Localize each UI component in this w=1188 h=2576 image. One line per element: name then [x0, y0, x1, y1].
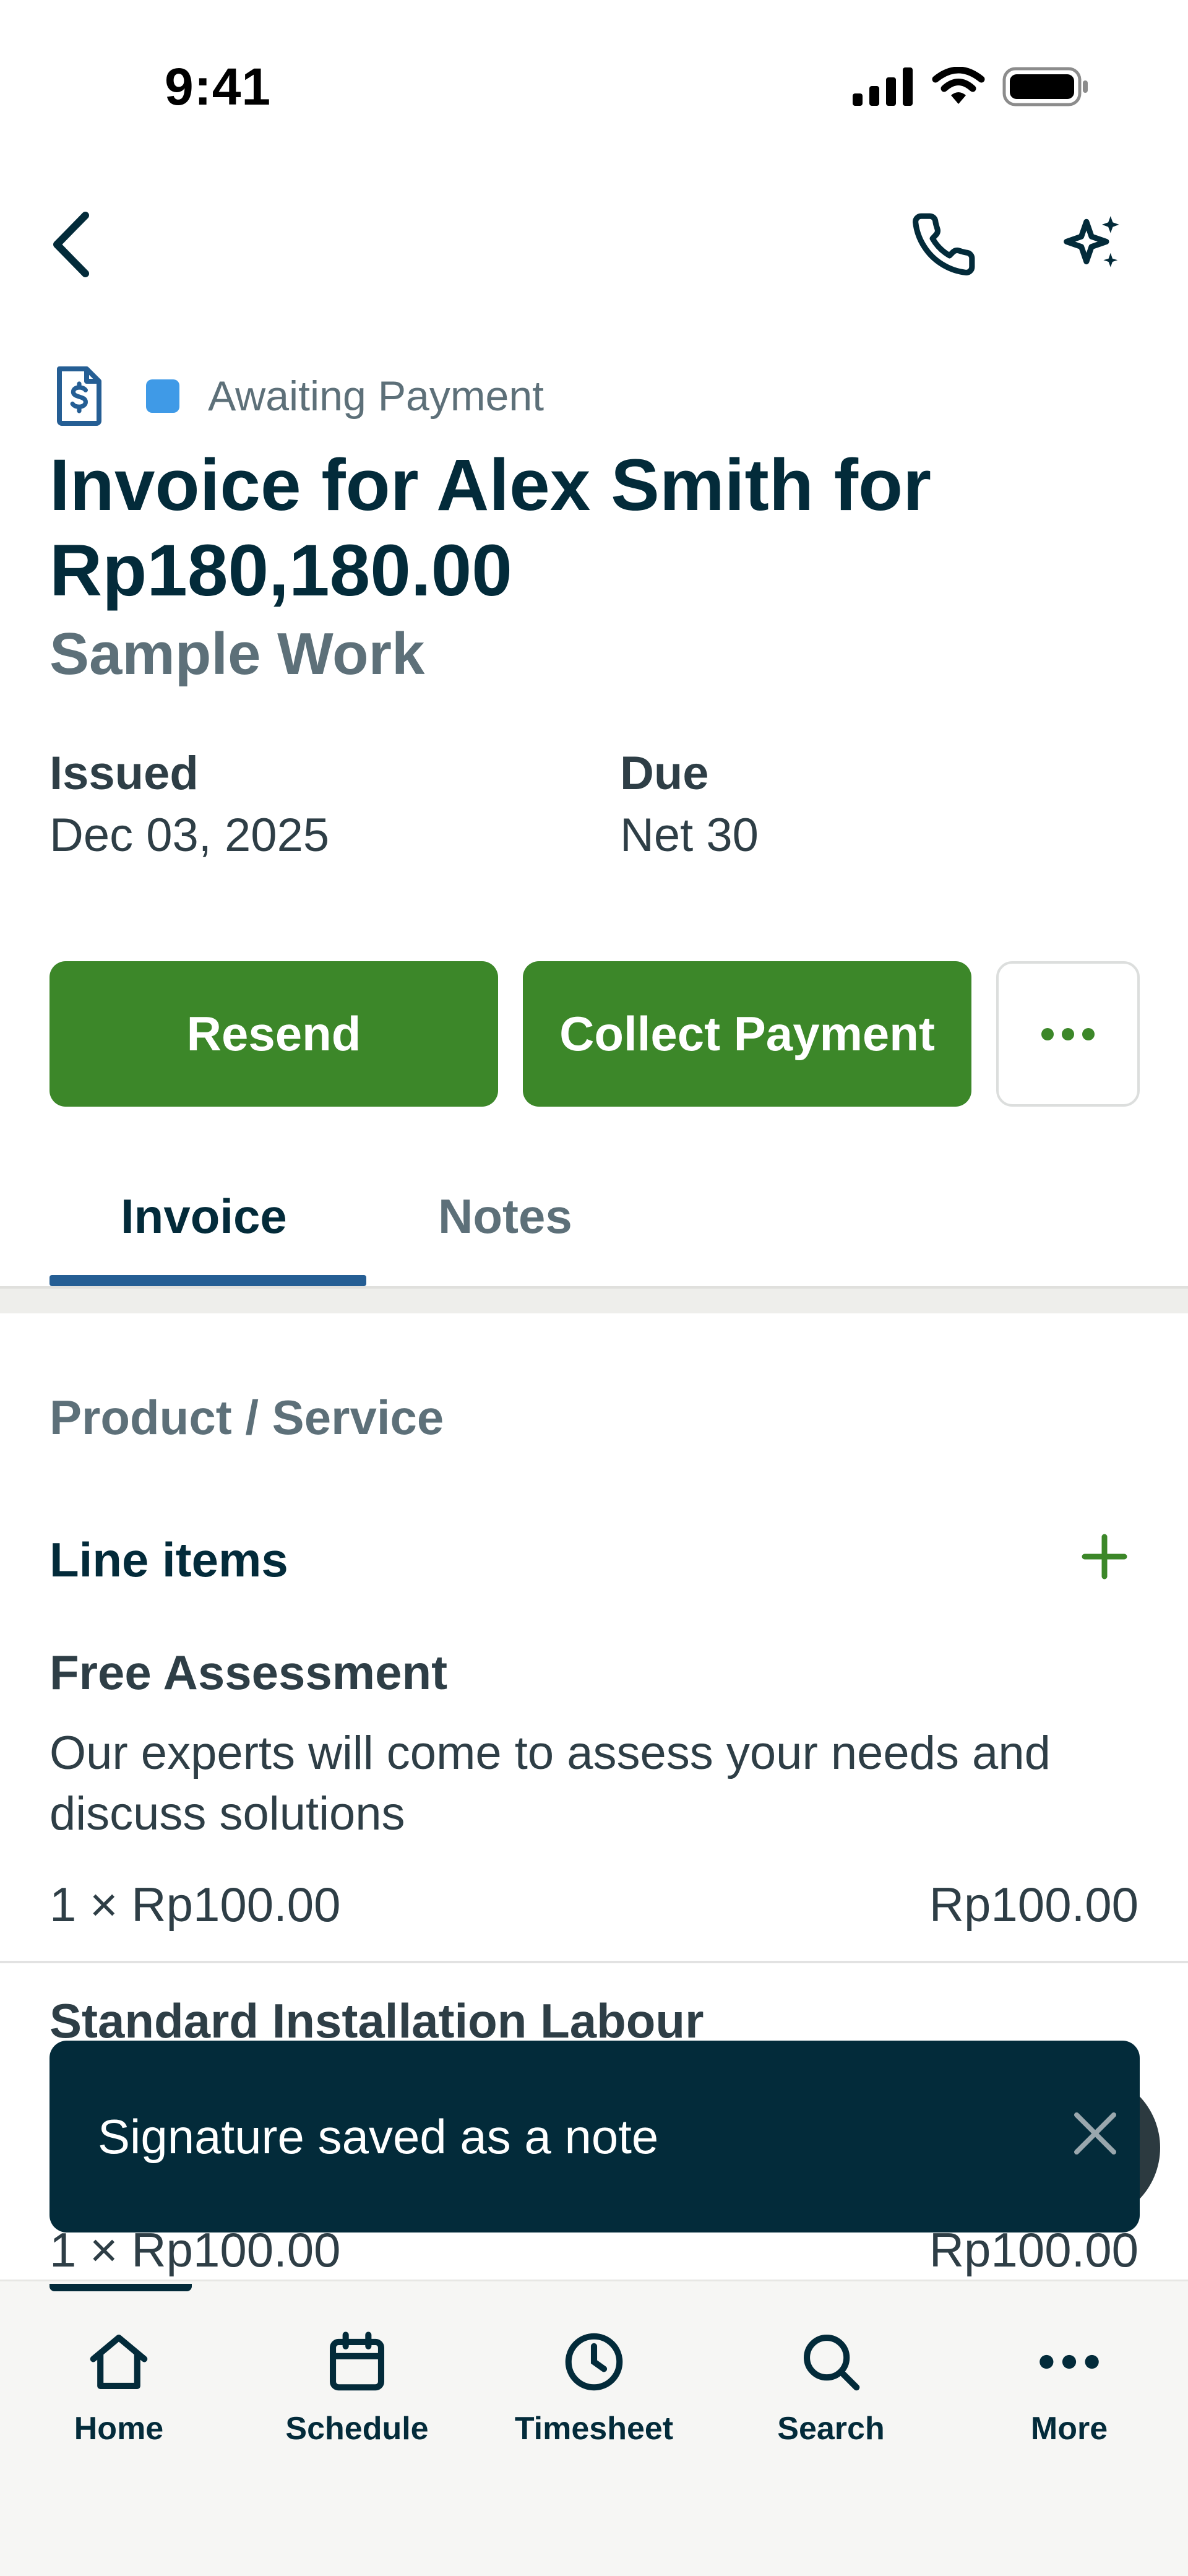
collect-payment-button[interactable]: Collect Payment: [523, 961, 971, 1107]
battery-icon: [1002, 67, 1088, 106]
resend-button[interactable]: Resend: [50, 961, 498, 1107]
issued-date: Issued Dec 03, 2025: [50, 743, 329, 867]
more-actions-button[interactable]: [996, 961, 1140, 1107]
nav-label: More: [1030, 2411, 1108, 2447]
home-icon: [82, 2325, 156, 2399]
call-button[interactable]: [903, 204, 984, 285]
tab-bar: Invoice Notes: [0, 1164, 1188, 1287]
invoice-icon: [57, 366, 101, 426]
nav-more[interactable]: More: [976, 2325, 1162, 2447]
nav-schedule[interactable]: Schedule: [264, 2325, 450, 2447]
nav-timesheet[interactable]: Timesheet: [501, 2325, 687, 2447]
scroll-indicator: [50, 2284, 192, 2291]
due-label: Due: [620, 747, 709, 800]
page-title: Invoice for Alex Smith for Rp180,180.00: [50, 444, 931, 612]
due-date: Due Net 30: [620, 743, 759, 867]
line-item-total: Rp100.00: [929, 1877, 1138, 1932]
signal-icon: [853, 67, 913, 106]
nav-label: Timesheet: [514, 2411, 674, 2447]
plus-icon: [1082, 1534, 1127, 1580]
toast-message: Signature saved as a note: [98, 2109, 659, 2164]
active-tab-indicator: [50, 1275, 366, 1286]
toast-notification: Signature saved as a note: [50, 2041, 1140, 2232]
toast-close-button[interactable]: [1064, 2103, 1126, 2164]
nav-label: Home: [74, 2411, 164, 2447]
phone-icon: [913, 213, 975, 275]
chevron-left-icon: [53, 212, 89, 277]
tabs-divider: [0, 1286, 1188, 1313]
nav-label: Search: [777, 2411, 885, 2447]
tab-notes[interactable]: Notes: [438, 1188, 572, 1245]
nav-search[interactable]: Search: [738, 2325, 924, 2447]
issued-label: Issued: [50, 747, 199, 800]
close-icon: [1074, 2112, 1116, 2155]
status-indicator: [146, 379, 179, 413]
clock-icon: [557, 2325, 631, 2399]
more-horizontal-icon: [1032, 2325, 1106, 2399]
wifi-icon: [932, 67, 985, 104]
back-button[interactable]: [37, 204, 105, 285]
issued-value: Dec 03, 2025: [50, 809, 330, 862]
section-title: Product / Service: [50, 1390, 444, 1445]
tab-invoice[interactable]: Invoice: [121, 1188, 287, 1245]
invoice-screen: 9:41 Awaiting Payment Invoice for Alex S…: [0, 0, 1188, 2576]
bottom-nav: Home Schedule Timesheet Search More: [0, 2280, 1188, 2576]
nav-label: Schedule: [285, 2411, 429, 2447]
ai-assist-button[interactable]: [1052, 204, 1132, 285]
search-icon: [794, 2325, 868, 2399]
line-items-title: Line items: [50, 1532, 288, 1587]
page-subtitle: Sample Work: [50, 621, 425, 687]
sparkle-icon: [1064, 216, 1119, 267]
divider: [0, 1961, 1188, 1963]
invoice-status-row: Awaiting Payment: [50, 362, 544, 430]
line-item-description: Our experts will come to assess your nee…: [50, 1727, 1051, 1840]
calendar-icon: [320, 2325, 394, 2399]
line-item-name: Free Assessment: [50, 1645, 448, 1700]
status-bar: 9:41: [0, 0, 1188, 155]
due-value: Net 30: [620, 809, 759, 862]
add-line-item-button[interactable]: [1064, 1516, 1145, 1597]
line-item-quantity: 1 × Rp100.00: [50, 1877, 341, 1932]
line-item[interactable]: Free Assessment Our experts will come to…: [50, 1645, 1138, 1942]
more-horizontal-icon: [1041, 1027, 1095, 1040]
nav-home[interactable]: Home: [26, 2325, 212, 2447]
status-icons: [853, 67, 1089, 106]
status-label: Awaiting Payment: [208, 373, 544, 420]
invoice-dates: Issued Dec 03, 2025 Due Net 30: [50, 743, 1138, 867]
status-time: 9:41: [165, 58, 272, 116]
